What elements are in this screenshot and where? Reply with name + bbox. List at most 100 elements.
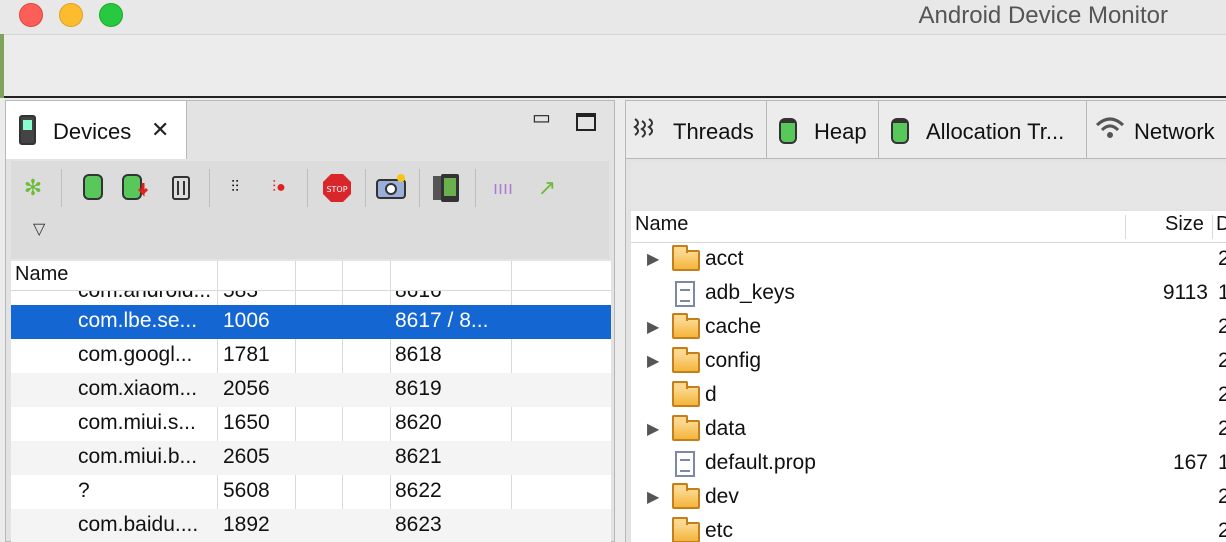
tab-threads[interactable]: Threads: [626, 101, 767, 159]
minimize-view-icon[interactable]: ▭: [532, 105, 551, 130]
process-port: 8617 / 8...: [395, 309, 489, 332]
network-icon: [1095, 113, 1125, 141]
devices-table: com.android... 583 8616 Name com.lbe.se.…: [11, 261, 611, 542]
tab-allocation-label: Allocation Tr...: [926, 119, 1065, 144]
file-name: data: [705, 417, 746, 440]
file-row[interactable]: etc 2: [631, 515, 1226, 542]
folder-icon: [672, 415, 700, 441]
systrace-icon[interactable]: ıııı: [487, 173, 519, 203]
tab-heap[interactable]: Heap: [767, 101, 879, 159]
panel-splitter[interactable]: [616, 100, 625, 542]
table-row[interactable]: com.googl... 1781 8618: [11, 339, 611, 373]
start-method-profiling-icon[interactable]: ⫶●: [263, 173, 295, 203]
file-name: acct: [705, 247, 744, 270]
expand-arrow-icon[interactable]: ▶: [647, 487, 659, 507]
column-header-name[interactable]: Name: [635, 213, 688, 236]
tab-heap-label: Heap: [814, 119, 867, 144]
tab-network-label: Network: [1134, 119, 1215, 144]
svg-text:STOP: STOP: [326, 185, 347, 194]
table-row[interactable]: com.miui.s... 1650 8620: [11, 407, 611, 441]
file-row[interactable]: ▶ cache 2: [631, 311, 1226, 345]
phone-icon: [19, 115, 36, 145]
process-pid: 5608: [223, 479, 270, 502]
file-explorer-toolbar: [631, 163, 1226, 209]
threads-icon: [632, 115, 656, 143]
toolbar-separator: [209, 169, 210, 207]
file-row[interactable]: ▶ acct 2: [631, 243, 1226, 277]
zoom-window-button[interactable]: [99, 3, 123, 27]
cause-gc-icon[interactable]: [165, 173, 197, 203]
toolbar-edge: [0, 34, 4, 98]
debug-bug-icon[interactable]: ✻: [17, 173, 49, 203]
file-date: 2: [1218, 315, 1226, 338]
folder-icon: [672, 517, 700, 542]
allocation-icon: [891, 118, 909, 144]
process-pid: 1781: [223, 343, 270, 366]
file-name: default.prop: [705, 451, 816, 474]
folder-icon: [672, 483, 700, 509]
column-header-size[interactable]: Size: [1165, 213, 1204, 236]
process-port: 8622: [395, 479, 442, 502]
file-row[interactable]: d 2: [631, 379, 1226, 413]
tab-network[interactable]: Network: [1087, 101, 1226, 159]
minimize-window-button[interactable]: [59, 3, 83, 27]
close-tab-icon[interactable]: ✕: [151, 117, 169, 143]
expand-arrow-icon[interactable]: ▶: [647, 249, 659, 269]
table-row[interactable]: com.xiaom... 2056 8619: [11, 373, 611, 407]
table-row-selected[interactable]: com.lbe.se... 1006 8617 / 8...: [11, 305, 611, 339]
file-row[interactable]: default.prop 167 1: [631, 447, 1226, 481]
file-name: dev: [705, 485, 739, 508]
table-row[interactable]: com.baidu.... 1892 8623: [11, 509, 611, 542]
update-threads-icon[interactable]: ⫶⫶: [219, 173, 251, 203]
process-port: 8621: [395, 445, 442, 468]
process-port: 8618: [395, 343, 442, 366]
devices-toolbar: ✻ ⫶⫶ ⫶● STOP ıııı ↗ ▽: [11, 161, 609, 259]
update-heap-icon[interactable]: [77, 173, 109, 203]
table-row[interactable]: com.miui.b... 2605 8621: [11, 441, 611, 475]
heap-icon: [779, 118, 797, 144]
toolbar-separator: [365, 169, 366, 207]
toolbar-separator: [475, 169, 476, 207]
file-row[interactable]: ▶ dev 2: [631, 481, 1226, 515]
toolbar-separator: [61, 169, 62, 207]
file-name: etc: [705, 519, 734, 542]
process-name: com.lbe.se...: [78, 309, 198, 332]
process-pid: 1006: [223, 309, 270, 332]
screen-capture-icon[interactable]: [375, 173, 407, 203]
file-row[interactable]: ▶ config 2: [631, 345, 1226, 379]
file-explorer-table: Name Size D ▶ acct 2 adb_keys 9113 1 ▶ c…: [631, 211, 1226, 542]
dump-hprof-icon[interactable]: [121, 173, 153, 203]
devices-table-header: Name: [11, 261, 611, 291]
file-row[interactable]: ▶ data 2: [631, 413, 1226, 447]
tab-threads-label: Threads: [673, 119, 754, 144]
file-name: config: [705, 349, 762, 372]
file-table-header: Name Size D: [631, 211, 1226, 243]
stop-process-icon[interactable]: STOP: [321, 173, 353, 203]
expand-arrow-icon[interactable]: ▶: [647, 317, 659, 337]
file-date: 2: [1218, 383, 1226, 406]
process-name: ?: [78, 479, 90, 502]
table-row[interactable]: ? 5608 8622: [11, 475, 611, 509]
tab-allocation-tracker[interactable]: Allocation Tr...: [879, 101, 1087, 159]
tab-devices[interactable]: Devices ✕: [6, 101, 187, 159]
file-row[interactable]: adb_keys 9113 1: [631, 277, 1226, 311]
dump-view-hierarchy-icon[interactable]: [431, 173, 463, 203]
file-size: 167: [1172, 451, 1208, 474]
title-bar: Android Device Monitor: [0, 0, 1226, 34]
toolbar-separator: [307, 169, 308, 207]
folder-icon: [672, 245, 700, 271]
opengl-trace-icon[interactable]: ↗: [531, 173, 563, 203]
column-header-name[interactable]: Name: [15, 263, 68, 286]
column-header-date[interactable]: D: [1216, 213, 1226, 236]
chevron-down-icon[interactable]: ▽: [33, 219, 45, 239]
maximize-view-icon[interactable]: [576, 113, 596, 131]
file-date: 1: [1218, 281, 1226, 304]
file-date: 2: [1218, 519, 1226, 542]
folder-icon: [672, 347, 700, 373]
expand-arrow-icon[interactable]: ▶: [647, 419, 659, 439]
devices-panel: Devices ✕ ▭ ✻ ⫶⫶ ⫶● STOP ıııı ↗ ▽ Name c…: [5, 100, 615, 542]
file-date: 2: [1218, 417, 1226, 440]
window-title: Android Device Monitor: [918, 2, 1168, 29]
close-window-button[interactable]: [19, 3, 43, 27]
expand-arrow-icon[interactable]: ▶: [647, 351, 659, 371]
